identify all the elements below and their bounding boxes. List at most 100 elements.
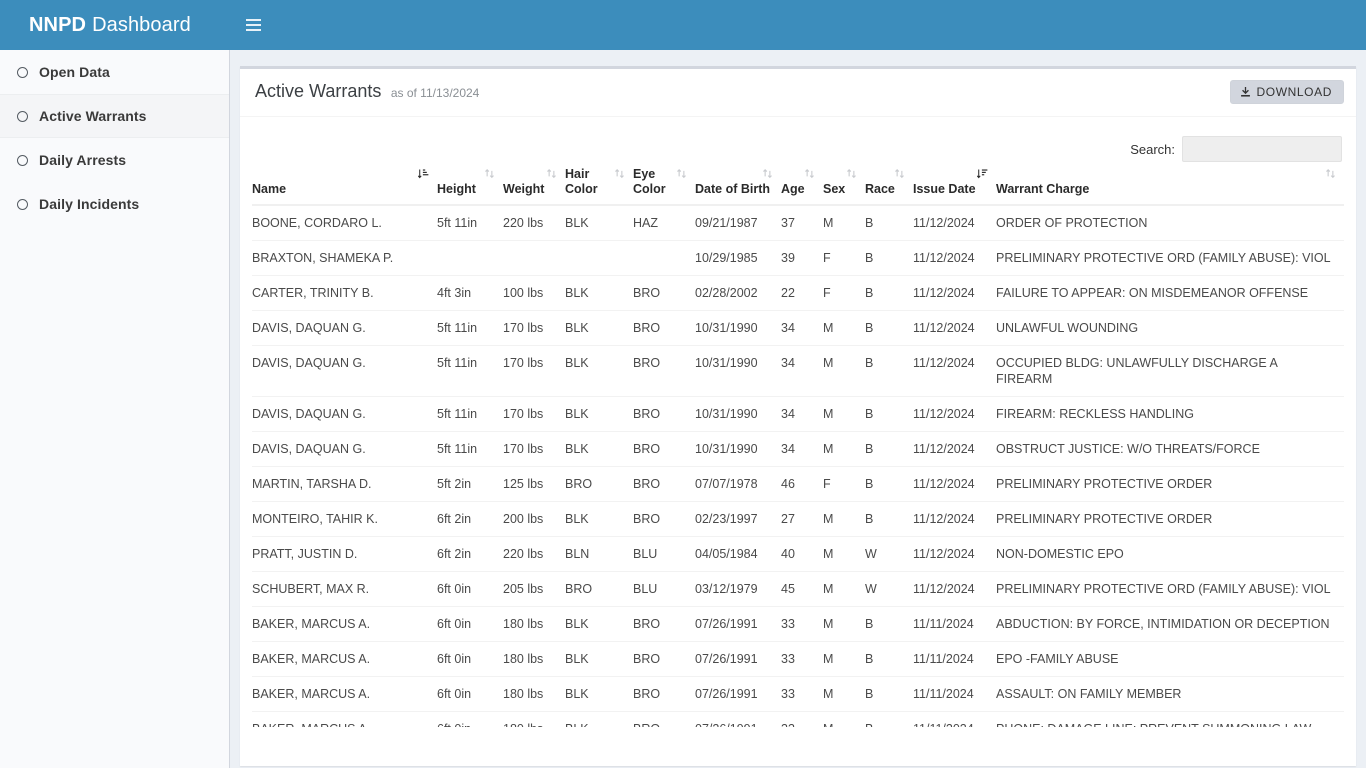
cell-sex: M [823,204,865,241]
circle-outline-icon [17,154,28,166]
cell-issue: 11/11/2024 [913,676,996,712]
brand-strong-text: NNPD [29,13,87,36]
cell-dob: 04/05/1984 [695,536,781,572]
cell-height: 6ft 0in [437,641,503,677]
cell-issue: 11/12/2024 [913,501,996,537]
sidebar-item-active-warrants[interactable]: Active Warrants [0,94,229,138]
column-header-date-of-birth[interactable]: Date of Birth [695,167,781,206]
cell-race: B [865,396,913,432]
cell-charge: EPO -FAMILY ABUSE [996,641,1344,677]
sidebar-item-open-data[interactable]: Open Data [0,50,229,94]
cell-charge: FIREARM: RECKLESS HANDLING [996,396,1344,432]
circle-outline-icon [17,110,28,122]
cell-dob: 07/26/1991 [695,641,781,677]
cell-name: DAVIS, DAQUAN G. [252,345,437,397]
cell-issue: 11/11/2024 [913,711,996,727]
column-header-warrant-charge[interactable]: Warrant Charge [996,167,1344,206]
sidebar-item-label: Active Warrants [39,108,147,124]
cell-weight: 125 lbs [503,466,565,502]
cell-hair: BLK [565,676,633,712]
cell-race: B [865,310,913,346]
cell-eye: BLU [633,571,695,607]
cell-weight: 180 lbs [503,676,565,712]
cell-name: BAKER, MARCUS A. [252,676,437,712]
column-label: Date of Birth [695,182,770,196]
sort-neutral-icon [1325,168,1336,180]
sort-neutral-icon [546,168,557,180]
column-label: Weight [503,182,545,196]
cell-dob: 07/26/1991 [695,676,781,712]
column-header-height[interactable]: Height [437,167,503,206]
column-header-weight[interactable]: Weight [503,167,565,206]
cell-hair: BLK [565,641,633,677]
cell-hair: BLK [565,396,633,432]
cell-height: 6ft 0in [437,676,503,712]
cell-weight: 180 lbs [503,711,565,727]
cell-dob: 09/21/1987 [695,204,781,241]
table-row: PRATT, JUSTIN D. 6ft 2in 220 lbs BLN BLU 04/0… [252,536,1344,572]
cell-hair: BLK [565,310,633,346]
sort-desc-active-icon [976,168,988,180]
cell-age: 34 [781,345,823,397]
cell-sex: M [823,431,865,467]
search-input[interactable] [1182,136,1342,162]
cell-height: 5ft 11in [437,431,503,467]
cell-issue: 11/12/2024 [913,466,996,502]
cell-height: 5ft 11in [437,310,503,346]
cell-dob: 10/31/1990 [695,345,781,397]
cell-name: MARTIN, TARSHA D. [252,466,437,502]
cell-charge: ABDUCTION: BY FORCE, INTIMIDATION OR DEC… [996,606,1344,642]
sidebar-item-daily-arrests[interactable]: Daily Arrests [0,138,229,182]
cell-race: B [865,501,913,537]
circle-outline-icon [17,66,28,78]
column-label: Age [781,182,805,196]
table-row: MARTIN, TARSHA D. 5ft 2in 125 lbs BRO BRO 07/… [252,466,1344,502]
column-header-name[interactable]: Name [252,167,437,206]
app-brand[interactable]: NNPD Dashboard [0,0,230,50]
panel-header: Active Warrants as of 11/13/2024 DOWNLOA… [240,69,1356,117]
cell-sex: M [823,536,865,572]
cell-hair: BLK [565,204,633,241]
column-header-hair-color[interactable]: Hair Color [565,167,633,206]
column-header-race[interactable]: Race [865,167,913,206]
column-header-eye-color[interactable]: Eye Color [633,167,695,206]
cell-charge: PRELIMINARY PROTECTIVE ORDER [996,466,1344,502]
column-header-issue-date[interactable]: Issue Date [913,167,996,206]
sort-neutral-icon [762,168,773,180]
hamburger-menu-icon[interactable] [230,0,276,50]
cell-sex: M [823,501,865,537]
cell-dob: 07/07/1978 [695,466,781,502]
main-content: Active Warrants as of 11/13/2024 DOWNLOA… [230,50,1366,768]
table-row: DAVIS, DAQUAN G. 5ft 11in 170 lbs BLK BRO 10/… [252,431,1344,467]
cell-age: 22 [781,275,823,311]
cell-dob: 02/23/1997 [695,501,781,537]
column-header-age[interactable]: Age [781,167,823,206]
cell-eye: BRO [633,676,695,712]
cell-age: 27 [781,501,823,537]
cell-hair: BRO [565,466,633,502]
cell-charge: FAILURE TO APPEAR: ON MISDEMEANOR OFFENS… [996,275,1344,311]
cell-race: W [865,571,913,607]
sidebar-item-daily-incidents[interactable]: Daily Incidents [0,182,229,226]
column-label: Hair Color [565,167,598,196]
cell-issue: 11/12/2024 [913,310,996,346]
download-button[interactable]: DOWNLOAD [1229,80,1344,104]
cell-race: B [865,606,913,642]
cell-name: DAVIS, DAQUAN G. [252,396,437,432]
sort-neutral-icon [676,168,687,180]
cell-height: 5ft 11in [437,396,503,432]
cell-hair: BLK [565,606,633,642]
column-label: Race [865,182,895,196]
table-row: BAKER, MARCUS A.6ft 0in180 lbsBLKBRO07/2… [252,676,1344,712]
cell-name: CARTER, TRINITY B. [252,275,437,311]
column-label: Issue Date [913,182,976,196]
sidebar: Open Data Active Warrants Daily Arrests … [0,50,230,768]
column-header-sex[interactable]: Sex [823,167,865,206]
cell-sex: M [823,606,865,642]
active-warrants-panel: Active Warrants as of 11/13/2024 DOWNLOA… [240,66,1356,766]
cell-eye: BRO [633,606,695,642]
cell-charge: PRELIMINARY PROTECTIVE ORD (FAMILY ABUSE… [996,571,1344,607]
sort-asc-active-icon [417,168,429,180]
page-subtitle: as of 11/13/2024 [390,86,480,100]
cell-weight: 200 lbs [503,501,565,537]
